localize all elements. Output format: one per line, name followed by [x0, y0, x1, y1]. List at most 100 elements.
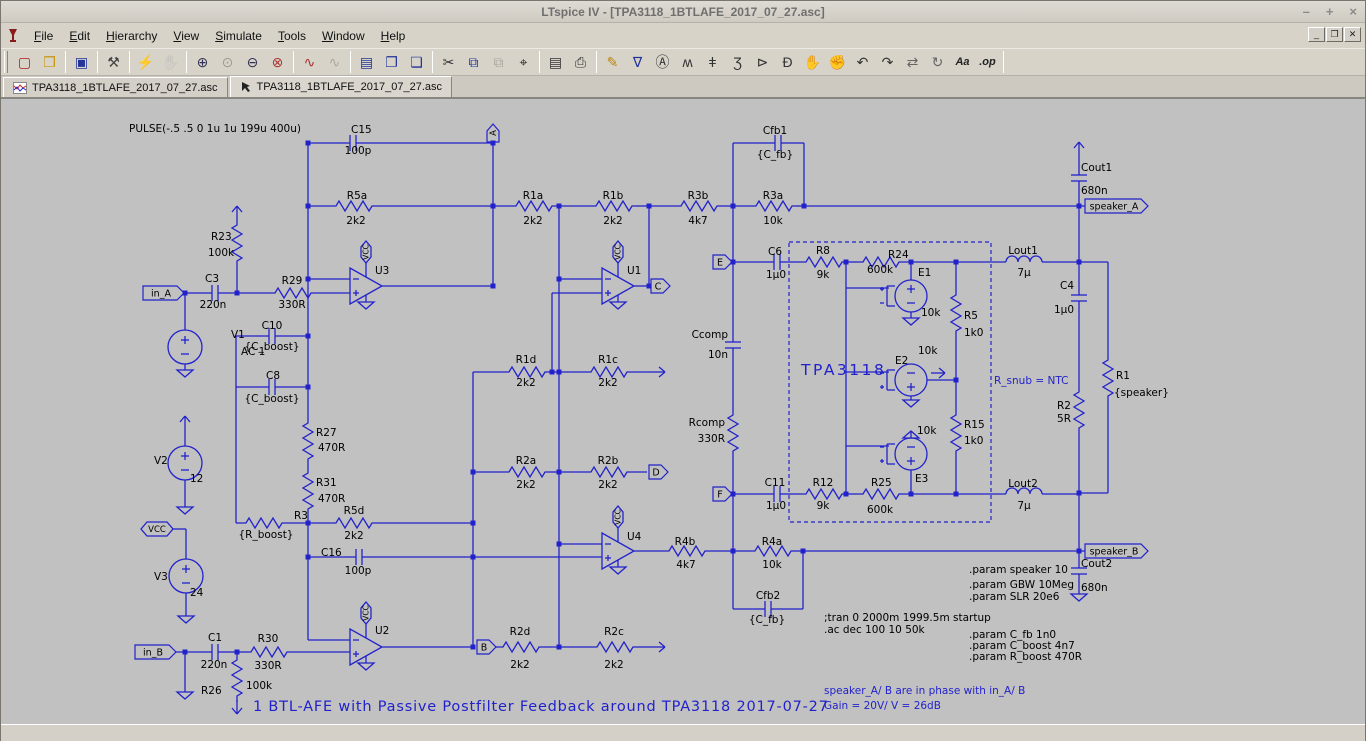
ground-symbol[interactable]: [178, 616, 194, 623]
schematic-text[interactable]: .ac dec 100 10 50k: [824, 624, 926, 636]
schematic-text[interactable]: 680n: [1081, 185, 1108, 197]
schematic-text[interactable]: 2k2: [598, 377, 617, 389]
schematic-text[interactable]: R24: [888, 249, 909, 261]
vcc-flag[interactable]: VCC: [361, 602, 371, 624]
component-R2b[interactable]: [586, 467, 630, 477]
zoom-in-icon[interactable]: ⊕: [190, 50, 215, 74]
schematic-text[interactable]: 330R: [698, 433, 725, 445]
schematic-text[interactable]: 1k0: [964, 435, 983, 447]
schematic-text[interactable]: R8: [816, 245, 830, 257]
schematic-text[interactable]: 10k: [762, 559, 782, 571]
schematic-text[interactable]: 1µ0: [766, 269, 786, 281]
cascade-windows-icon[interactable]: ❐: [379, 50, 404, 74]
schematic-text[interactable]: R4a: [762, 536, 782, 548]
schematic-text[interactable]: {R_boost}: [238, 529, 293, 541]
schematic-text[interactable]: 330R: [278, 299, 305, 311]
schematic-text[interactable]: V2: [154, 455, 168, 467]
add-text-icon[interactable]: Aa: [950, 50, 975, 74]
place-component-icon[interactable]: Ɖ: [775, 50, 800, 74]
vcc-flag[interactable]: VCC: [361, 241, 371, 263]
schematic-text[interactable]: C15: [351, 124, 372, 136]
component-C1[interactable]: [200, 644, 230, 660]
schematic-text[interactable]: Gain = 20V/ V = 26dB: [824, 700, 941, 712]
schematic-text[interactable]: C1: [208, 632, 222, 644]
component-R31[interactable]: [303, 468, 313, 512]
schematic-text[interactable]: PULSE(-.5 .5 0 1u 1u 199u 400u): [129, 123, 301, 135]
schematic-text[interactable]: 100k: [208, 247, 235, 259]
schematic-text[interactable]: 600k: [867, 504, 894, 516]
schematic-text[interactable]: 2k2: [604, 659, 623, 671]
schematic-text[interactable]: .param SLR 20e6: [969, 591, 1060, 603]
schematic-text[interactable]: R29: [282, 275, 303, 287]
component-E1[interactable]: [880, 280, 927, 312]
schematic-text[interactable]: 4k7: [688, 215, 707, 227]
run-simulation-icon[interactable]: ⚡: [133, 50, 158, 74]
arrow-marker[interactable]: [1074, 142, 1084, 156]
port-flag-B[interactable]: B: [477, 640, 496, 654]
schematic-text[interactable]: U2: [375, 625, 389, 637]
arrow-marker[interactable]: [651, 367, 665, 377]
minimize-button[interactable]: –: [1303, 4, 1310, 19]
schematic-text[interactable]: {C_boost}: [244, 393, 299, 405]
schematic-text[interactable]: R25: [871, 477, 892, 489]
port-flag-F[interactable]: F: [713, 487, 732, 501]
port-flag-D[interactable]: D: [649, 465, 668, 479]
component-R1c[interactable]: [586, 367, 630, 377]
ground-symbol[interactable]: [177, 370, 193, 377]
schematic-text[interactable]: .param R_boost 470R: [969, 651, 1082, 663]
port-flag-speaker_A[interactable]: speaker_A: [1085, 199, 1148, 213]
schematic-text[interactable]: R2a: [516, 455, 536, 467]
menu-window[interactable]: Window: [314, 26, 373, 46]
waveform-viewer-icon[interactable]: ∿: [297, 50, 322, 74]
find-icon[interactable]: ⌖: [511, 50, 536, 74]
schematic-text[interactable]: 7µ: [1017, 500, 1031, 512]
schematic-text[interactable]: C16: [321, 547, 342, 559]
schematic-text[interactable]: R1c: [598, 354, 618, 366]
component-V1[interactable]: [168, 330, 202, 364]
schematic-text[interactable]: R26: [201, 685, 222, 697]
schematic-text[interactable]: R15: [964, 419, 985, 431]
schematic-text[interactable]: V3: [154, 571, 168, 583]
schematic-text[interactable]: R3a: [763, 190, 783, 202]
arrow-marker[interactable]: [232, 206, 242, 220]
place-resistor-icon[interactable]: ʍ: [675, 50, 700, 74]
schematic-text[interactable]: R5d: [344, 505, 365, 517]
menu-file[interactable]: File: [26, 26, 61, 46]
component-R2a[interactable]: [504, 467, 548, 477]
schematic-text[interactable]: R1a: [523, 190, 543, 202]
port-flag-A[interactable]: A: [487, 124, 499, 142]
component-R26[interactable]: [232, 655, 242, 699]
component-R12[interactable]: [801, 489, 845, 499]
schematic-text[interactable]: 2k2: [516, 479, 535, 491]
menu-help[interactable]: Help: [373, 26, 414, 46]
zoom-full-extents-icon[interactable]: ⊗: [265, 50, 290, 74]
component-E3[interactable]: [880, 438, 927, 470]
port-flag-speaker_B[interactable]: speaker_B: [1085, 544, 1148, 558]
schematic-text[interactable]: R3b: [688, 190, 709, 202]
component-R1a[interactable]: [511, 201, 555, 211]
schematic-text[interactable]: R1b: [603, 190, 624, 202]
schematic-text[interactable]: 24: [190, 587, 204, 599]
ground-symbol[interactable]: [358, 663, 374, 670]
schematic-text[interactable]: R3: [294, 510, 308, 522]
schematic-text[interactable]: 2k2: [346, 215, 365, 227]
component-E2[interactable]: [880, 364, 927, 396]
menu-edit[interactable]: Edit: [61, 26, 98, 46]
port-flag-in_B[interactable]: in_B: [135, 645, 176, 659]
vcc-flag[interactable]: VCC: [613, 241, 623, 263]
schematic-text[interactable]: R31: [316, 477, 337, 489]
schematic-text[interactable]: V1: [231, 329, 245, 341]
arrow-marker[interactable]: [232, 700, 242, 714]
schematic-text[interactable]: 1µ0: [766, 500, 786, 512]
schematic-text[interactable]: R27: [316, 427, 337, 439]
component-R8[interactable]: [801, 257, 845, 267]
component-R27[interactable]: [303, 418, 313, 462]
schematic-text[interactable]: C6: [768, 246, 782, 258]
schematic-text[interactable]: R2c: [604, 626, 624, 638]
component-R3a[interactable]: [751, 201, 795, 211]
drag-icon[interactable]: ✊: [825, 50, 850, 74]
component-R1b[interactable]: [591, 201, 635, 211]
control-panel-icon[interactable]: ⚒: [101, 50, 126, 74]
schematic-text[interactable]: R5a: [347, 190, 367, 202]
menu-hierarchy[interactable]: Hierarchy: [98, 26, 165, 46]
